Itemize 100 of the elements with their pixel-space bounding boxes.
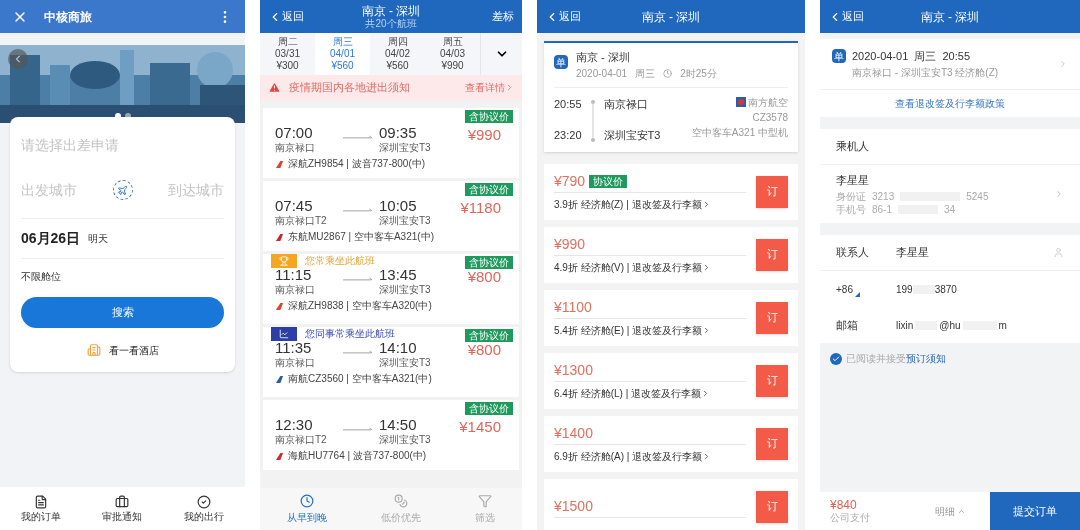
id-number-start: 3213 (872, 190, 895, 204)
tail-fin-icon (275, 374, 284, 384)
trophy-icon (279, 256, 289, 266)
clock-icon (663, 68, 673, 78)
coins-icon (394, 493, 408, 508)
flight-card[interactable]: 含协议价 07:00 南京禄口 09:35 深圳宝安T3 ¥990 深航ZH9854 | 波音737-800(中) (263, 108, 519, 178)
contact-name: 李星星 (896, 245, 930, 261)
departure-airport: 南京禄口T2 (275, 215, 328, 227)
flight-number: CZ3578 (752, 110, 788, 124)
trip-row[interactable]: 单 2020-04-01 周三 20:55 南京禄口 - 深圳宝安T3 经济舱(Z) (820, 39, 1080, 89)
arrival-time: 14:10 (379, 339, 418, 357)
notice-text: 疫情期国内各地进出须知 (289, 80, 411, 96)
date-tab[interactable]: 周二 03/31 ¥300 (260, 33, 315, 75)
payment-note: 公司支付 (830, 512, 871, 524)
nav-item[interactable]: 我的出行 (184, 494, 225, 523)
tail-fin-icon (275, 301, 284, 311)
booking-terms-link[interactable]: 预订须知 (906, 353, 946, 364)
trip-datetime: 2020-04-01 周三 20:55 (852, 49, 972, 65)
nav-item[interactable]: 我的订单 (20, 494, 61, 523)
date-picker[interactable]: 06月26日 明天 (21, 219, 224, 259)
carousel-back-button[interactable] (8, 49, 28, 69)
timeline-drawing (589, 98, 596, 143)
trip-request-field[interactable]: 请选择出差申请 (21, 117, 224, 173)
arrival-city-field[interactable]: 到达城市 (139, 179, 224, 201)
flight-card[interactable]: 您同事常乘坐此航班 含协议价 11:35 南京禄口 14:10 深圳宝安T3 ¥800 南航CZ3560 | 空中客车A321(中) (263, 327, 519, 397)
phone-start: 199 (896, 282, 913, 297)
fare-rules-link[interactable]: 4.9折 经济舱(V) | 退改签及行李额 (554, 260, 746, 275)
passenger-row[interactable]: 李星星 身份证 3213 5245 手机号 86-1 34 (820, 165, 1080, 223)
arrival-airport: 深圳宝安T3 (379, 434, 432, 446)
departure-time: 07:45 (275, 197, 314, 215)
id-label: 身份证 (836, 190, 866, 204)
price-tag: 含协议价 (465, 256, 513, 269)
route-arrow-icon (343, 426, 373, 432)
chevron-right-icon (1054, 189, 1064, 199)
airline-info: 海航HU7764 | 波音737-800(中) (288, 450, 427, 462)
date-tab[interactable]: 周五 04/03 ¥990 (425, 33, 480, 75)
back-button[interactable]: 返回 (545, 8, 581, 25)
screen-title: 南京 - 深圳 (641, 9, 701, 24)
screen-title: 南京 - 深圳 (920, 9, 980, 24)
submit-order-button[interactable]: 提交订单 (990, 492, 1080, 530)
phone-start: 86-1 (872, 203, 892, 217)
country-code-selector[interactable]: +86 (836, 281, 896, 297)
fare-rules-link[interactable]: 6.4折 经济舱(L) | 退改签及行李额 (554, 386, 746, 401)
chart-icon (279, 329, 289, 339)
fare-price: ¥990 (554, 235, 586, 254)
back-button[interactable]: 返回 (268, 8, 304, 25)
flight-price: ¥1180 (460, 198, 502, 218)
email-end: m (998, 318, 1007, 333)
departure-time: 11:15 (275, 266, 313, 284)
arrival-time: 14:50 (379, 416, 418, 434)
plane-icon (117, 184, 128, 196)
nav-item[interactable]: 审批通知 (102, 494, 143, 523)
date-tab[interactable]: 周四 04/02 ¥560 (370, 33, 425, 75)
arrival-airport: 深圳宝安T3 (379, 357, 432, 369)
date-tab[interactable]: 周三 04/01 ¥560 (315, 33, 370, 75)
arrival-time: 10:05 (379, 197, 418, 215)
arrival-airport: 深圳宝安T3 (379, 142, 432, 154)
departure-airport: 南京禄口T2 (275, 434, 328, 446)
fare-rules-link[interactable]: 5.4折 经济舱(E) | 退改签及行李额 (554, 323, 746, 338)
one-way-badge: 单 (832, 49, 846, 63)
departure-city-field[interactable]: 出发城市 (21, 179, 106, 201)
weekday: 周三 (635, 66, 656, 81)
flight-card[interactable]: 含协议价 12:30 南京禄口T2 14:50 深圳宝安T3 ¥1450 海航HU7764 | 波音737-800(中) (263, 400, 519, 470)
airline-info: 深航ZH9854 | 波音737-800(中) (288, 158, 426, 170)
fare-rules-link[interactable]: 6.9折 经济舱(A) | 退改签及行李额 (554, 449, 746, 464)
check-circle-icon (197, 494, 212, 509)
departure-time: 20:55 (554, 96, 582, 112)
agreement-tag: 协议价 (589, 175, 628, 188)
route-arrow-icon (343, 276, 373, 282)
fare-rules-link[interactable]: 3.9折 经济舱(Z) | 退改签及行李额 (554, 197, 746, 212)
flight-date: 2020-04-01 (576, 66, 628, 81)
price-tag: 含协议价 (465, 402, 513, 415)
arrival-time: 09:35 (379, 124, 418, 142)
departure-time: 07:00 (275, 124, 314, 142)
tail-fin-icon (275, 232, 284, 242)
app-title: 中核商旅 (44, 8, 92, 26)
price-tag: 含协议价 (465, 183, 513, 196)
agreement-checkbox[interactable] (830, 353, 842, 365)
tail-fin-icon (275, 159, 284, 169)
search-button[interactable]: 搜索 (21, 297, 224, 328)
arrival-airport: 深圳宝安T3 (379, 215, 432, 227)
flight-card[interactable]: 您常乘坐此航班 含协议价 11:15 南京禄口 13:45 深圳宝安T3 ¥800 深航ZH9838 | 空中客车A320(中) (263, 254, 519, 324)
airline-logo-icon (736, 97, 746, 107)
standard-button[interactable]: 差标 (492, 8, 514, 25)
id-number-end: 5245 (966, 190, 989, 204)
agreement-text: 已阅读并接受预订须知 (846, 353, 946, 365)
flight-price: ¥800 (467, 341, 502, 360)
cabin-selector[interactable]: 不限舱位 (21, 259, 224, 293)
fare-price: ¥1500 (554, 496, 593, 516)
airline-info: 东航MU2867 | 空中客车A321(中) (288, 231, 434, 243)
flight-card[interactable]: 含协议价 07:45 南京禄口T2 10:05 深圳宝安T3 ¥1180 东航MU2867 | 空中客车A321(中) (263, 181, 519, 251)
route-arrow-icon (343, 349, 373, 355)
briefcase-icon (115, 494, 130, 509)
price-tag: 含协议价 (465, 110, 513, 123)
phone-end: 34 (944, 203, 956, 217)
departure-time: 11:35 (275, 339, 313, 357)
route-arrow-icon (343, 134, 373, 140)
hotel-link[interactable]: 看一看酒店 (21, 328, 224, 372)
back-button[interactable]: 返回 (828, 8, 864, 25)
sort-tab[interactable]: 从早到晚 (287, 493, 327, 525)
